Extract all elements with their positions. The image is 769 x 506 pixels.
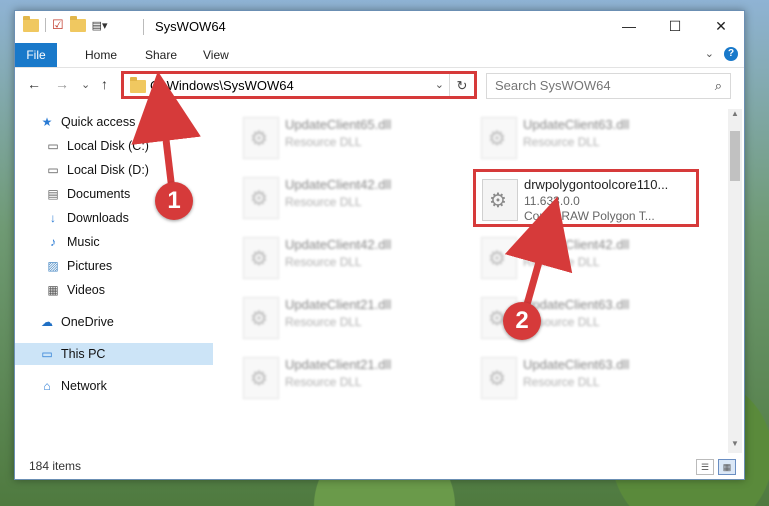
step-1-badge: 1 [155,182,193,220]
arrow-1 [131,71,201,191]
annotation-arrows [131,71,573,309]
step-2-badge: 2 [503,302,541,340]
arrow-2 [504,196,573,309]
